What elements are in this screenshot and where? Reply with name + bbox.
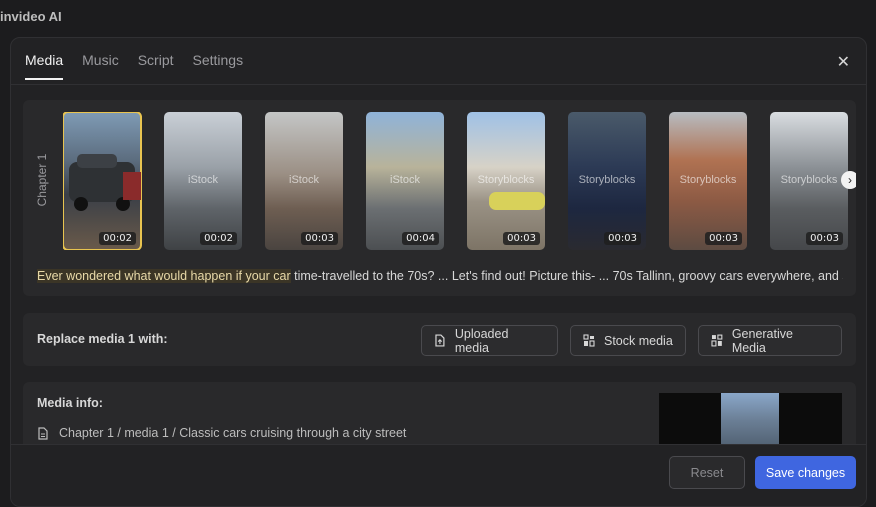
duration-badge: 00:02 bbox=[99, 232, 136, 245]
car-image-icon bbox=[69, 154, 141, 211]
tabs-divider bbox=[11, 84, 866, 85]
chapter-label: Chapter 1 bbox=[35, 138, 51, 228]
watermark-label: iStock bbox=[289, 174, 319, 186]
media-thumbnail-7[interactable]: Storyblocks 00:03 bbox=[669, 112, 747, 250]
media-thumbnail-1[interactable]: 00:02 bbox=[63, 112, 142, 250]
app-title: invideo AI bbox=[0, 9, 62, 24]
stock-media-button[interactable]: Stock media bbox=[570, 325, 686, 356]
media-info-label: Media info: bbox=[37, 396, 103, 410]
media-thumbnail-3[interactable]: iStock 00:03 bbox=[265, 112, 343, 250]
duration-badge: 00:04 bbox=[402, 232, 439, 245]
replace-media-panel: Replace media 1 with: Uploaded media Sto… bbox=[23, 313, 856, 366]
chevron-right-icon[interactable]: › bbox=[841, 171, 856, 189]
generative-media-icon bbox=[711, 334, 723, 347]
duration-badge: 00:03 bbox=[503, 232, 540, 245]
thumbnail-strip: 00:02 iStock 00:02 iStock 00:03 iStock 0… bbox=[63, 112, 853, 250]
watermark-label: iStock bbox=[390, 174, 420, 186]
chapter-label-text: Chapter 1 bbox=[35, 153, 49, 207]
modal-footer: Reset Save changes bbox=[11, 444, 866, 506]
duration-badge: 00:03 bbox=[301, 232, 338, 245]
generative-media-label: Generative Media bbox=[731, 326, 793, 355]
tab-bar: Media Music Script Settings bbox=[25, 52, 243, 80]
script-segment: time-travelled to the 70s? ... Let's fin… bbox=[290, 269, 843, 283]
uploaded-media-label: Uploaded media bbox=[454, 326, 509, 355]
document-icon bbox=[38, 426, 48, 440]
close-icon[interactable]: ✕ bbox=[837, 52, 850, 72]
media-editor-modal: Media Music Script Settings ✕ Chapter 1 … bbox=[10, 37, 867, 507]
watermark-label: Storyblocks bbox=[780, 174, 838, 186]
replace-media-label: Replace media 1 with: bbox=[37, 332, 168, 346]
media-thumbnail-2[interactable]: iStock 00:02 bbox=[164, 112, 242, 250]
watermark-label: Storyblocks bbox=[477, 174, 535, 186]
tab-music[interactable]: Music bbox=[82, 52, 119, 80]
duration-badge: 00:03 bbox=[806, 232, 843, 245]
media-thumbnail-6[interactable]: Storyblocks 00:03 bbox=[568, 112, 646, 250]
stock-media-label: Stock media bbox=[604, 333, 673, 348]
save-changes-button[interactable]: Save changes bbox=[755, 456, 856, 489]
tab-media[interactable]: Media bbox=[25, 52, 64, 80]
uploaded-media-button[interactable]: Uploaded media bbox=[421, 325, 558, 356]
stock-media-icon bbox=[583, 334, 595, 347]
media-thumbnail-8[interactable]: Storyblocks 00:03 bbox=[770, 112, 848, 250]
highlighted-script-segment: Ever wondered what would happen if your … bbox=[37, 269, 291, 283]
tab-script[interactable]: Script bbox=[138, 52, 174, 80]
upload-file-icon bbox=[435, 334, 445, 347]
chapter-script-text: Ever wondered what would happen if your … bbox=[37, 269, 843, 283]
watermark-label: Storyblocks bbox=[679, 174, 737, 186]
reset-button[interactable]: Reset bbox=[669, 456, 745, 489]
duration-badge: 00:02 bbox=[200, 232, 237, 245]
duration-badge: 00:03 bbox=[604, 232, 641, 245]
media-thumbnail-5[interactable]: Storyblocks 00:03 bbox=[467, 112, 545, 250]
media-thumbnail-4[interactable]: iStock 00:04 bbox=[366, 112, 444, 250]
tab-settings[interactable]: Settings bbox=[193, 52, 244, 80]
chapter-media-panel: Chapter 1 00:02 iStock 00:02 iStock 00:0… bbox=[23, 100, 856, 296]
media-info-text: Chapter 1 / media 1 / Classic cars cruis… bbox=[59, 426, 407, 440]
watermark-label: iStock bbox=[188, 174, 218, 186]
media-info-line: Chapter 1 / media 1 / Classic cars cruis… bbox=[37, 426, 406, 440]
duration-badge: 00:03 bbox=[705, 232, 742, 245]
generative-media-button[interactable]: Generative Media bbox=[698, 325, 842, 356]
watermark-label: Storyblocks bbox=[578, 174, 636, 186]
